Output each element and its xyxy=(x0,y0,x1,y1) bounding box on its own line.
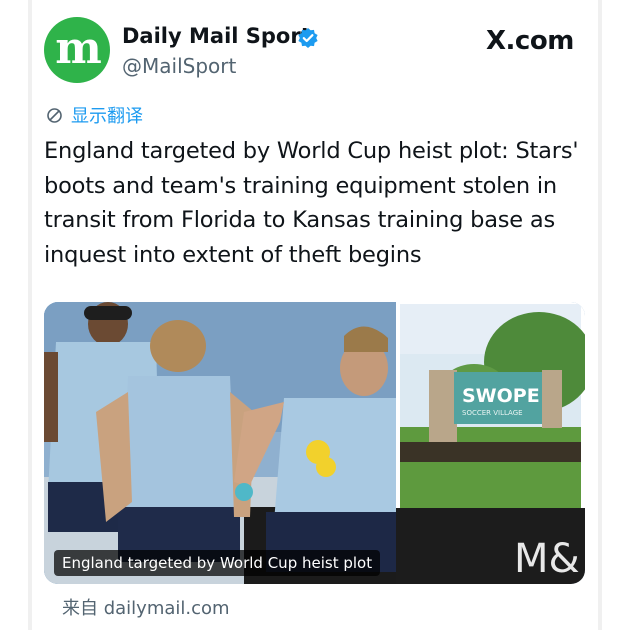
translate-label: 显示翻译 xyxy=(71,106,143,127)
sign-text: SWOPE xyxy=(462,385,540,407)
post-media[interactable]: eat SWOPE SOCCER VILLAGE M& xyxy=(44,302,585,584)
sign-subtext: SOCCER VILLAGE xyxy=(462,409,523,417)
avatar[interactable]: m xyxy=(44,17,110,83)
link-source[interactable]: 来自 dailymail.com xyxy=(62,594,230,620)
media-photo: eat SWOPE SOCCER VILLAGE M& xyxy=(44,302,585,584)
media-caption: England targeted by World Cup heist plot xyxy=(54,550,381,576)
banner-text: M& xyxy=(514,536,580,582)
x-logo: X.com xyxy=(486,26,574,56)
translate-icon xyxy=(47,107,62,123)
avatar-letter: m xyxy=(55,23,102,74)
display-name[interactable]: Daily Mail Sport xyxy=(122,24,311,48)
translate-link[interactable]: 显示翻译 xyxy=(46,102,143,128)
post-text: England targeted by World Cup heist plot… xyxy=(44,138,579,268)
verified-badge-icon xyxy=(298,28,318,48)
account-handle[interactable]: @MailSport xyxy=(122,54,236,78)
